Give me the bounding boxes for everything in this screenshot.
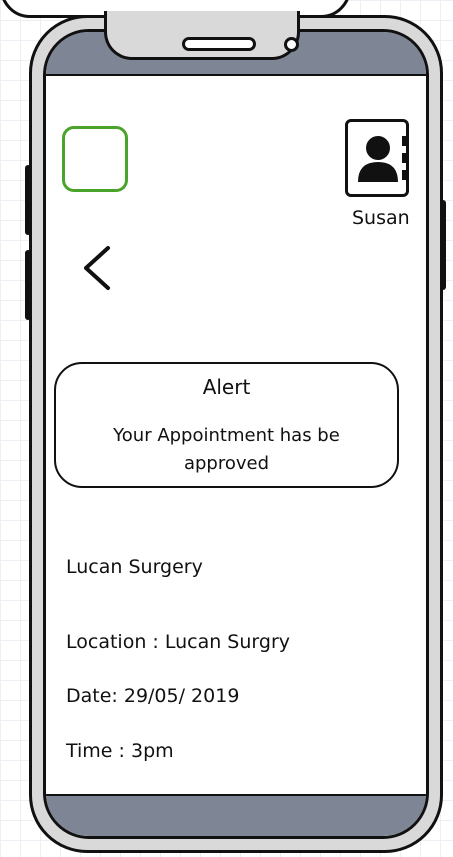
profile-name: Susan [352, 207, 410, 229]
camera-icon [284, 37, 299, 52]
alert-title: Alert [202, 375, 251, 399]
alert-message: Your Appointment has be approved [113, 425, 340, 474]
back-button[interactable] [80, 240, 120, 296]
appointment-time: Time : 3pm [66, 740, 174, 762]
appointment-location: Location : Lucan Surgry [66, 631, 291, 653]
speaker-icon [182, 37, 256, 51]
surgery-name: Lucan Surgery [66, 556, 203, 578]
appointment-date: Date: 29/05/ 2019 [66, 685, 240, 707]
phone-notch [104, 11, 300, 60]
chevron-left-icon [84, 246, 110, 290]
alert-dialog: Alert Your Appointment has be approved [54, 362, 399, 488]
bottom-bar [46, 794, 426, 836]
home-button[interactable] [62, 126, 128, 192]
contact-book-person-icon [358, 136, 406, 182]
profile-button[interactable] [345, 119, 409, 197]
